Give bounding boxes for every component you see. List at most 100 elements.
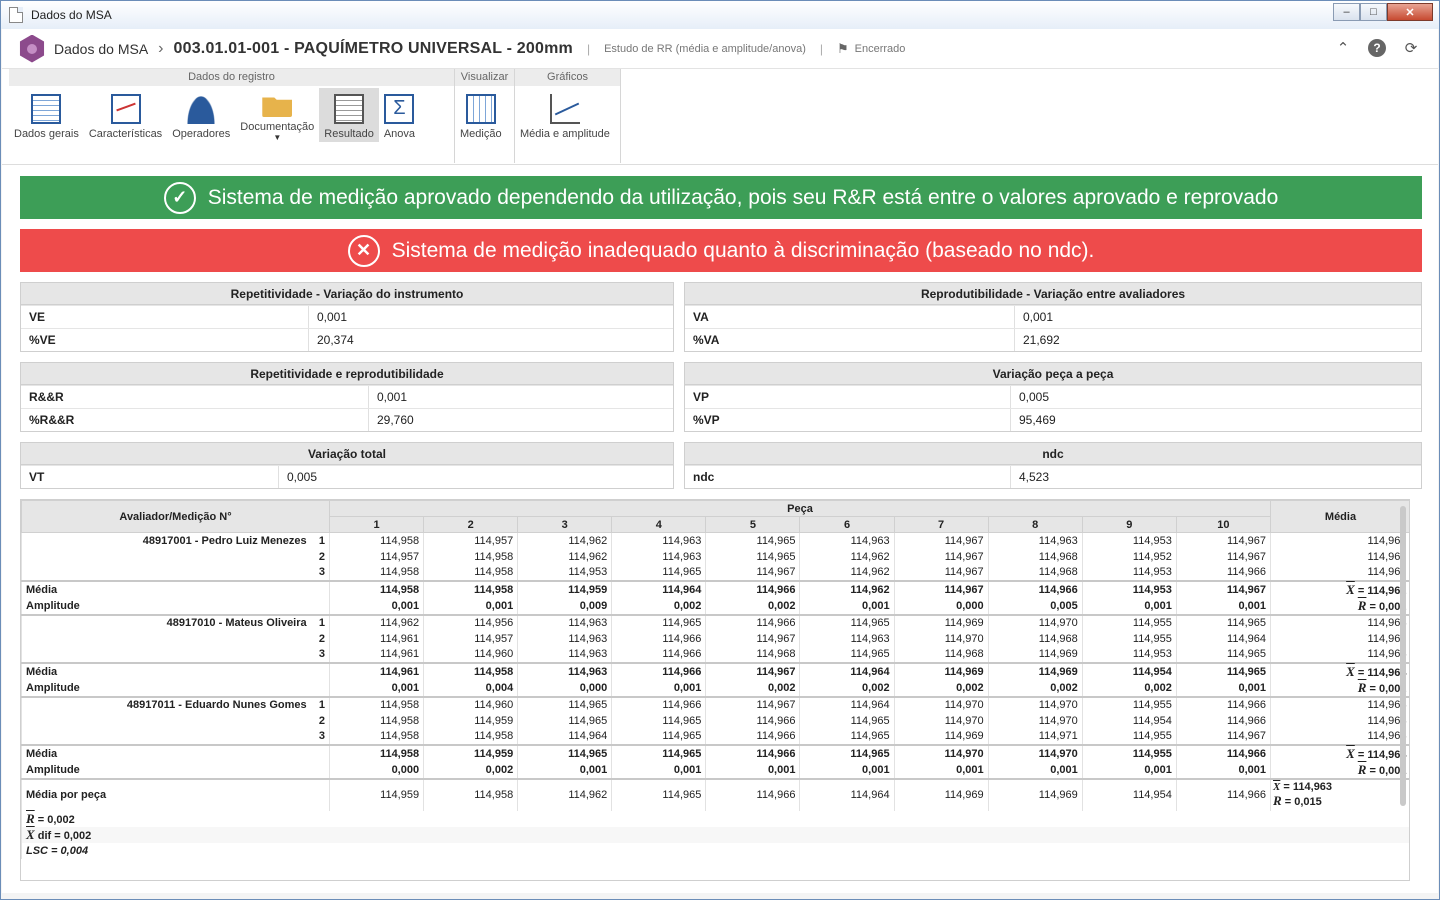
col-header-media: Média [1270,500,1409,533]
button-label: Média e amplitude [520,128,610,140]
table-row: Amplitude 0,000 0,002 0,001 0,001 0,001 0,001 0… [21,761,1409,779]
operator-cell: 3 [21,646,330,663]
measurement-number: 2 [318,550,325,563]
table-cell: 114,953 [517,564,612,581]
medicao-button[interactable]: Medição [455,88,507,142]
table-cell: 114,964 [1175,630,1271,647]
table-cell: 0,001 [893,761,989,779]
table-row: 48917001 - Pedro Luiz Menezes 1 114,958 11… [21,532,1409,549]
table-cell: 0,001 [1081,761,1177,779]
table-cell: 114,958 [328,532,424,549]
refresh-icon[interactable]: ⟳ [1402,39,1420,57]
table-cell: 114,967 [893,579,989,598]
close-button[interactable]: ✕ [1387,3,1433,21]
table-cell: 114,965 [1175,613,1271,631]
table-cell: 114,966 [1175,564,1271,581]
col-header-peca: Peça [329,500,1271,517]
table-cell: 114,953 [1081,564,1177,581]
table-cell: 0,001 [1175,679,1271,697]
table-cell: 0,002 [987,679,1083,697]
table-cell: 114,962 [517,532,612,549]
table-cell: 114,967 [705,661,800,680]
table-cell: 114,966 [1175,695,1271,713]
col-header-piece: 9 [1081,516,1177,533]
table-cell: 0,002 [799,679,895,697]
r-symbol: R [1273,793,1282,808]
table-cell: 114,958 [423,564,518,581]
media-amplitude-button[interactable]: Média e amplitude [515,88,615,142]
col-header-avaliador: Avaliador/Medição N° [21,500,330,533]
table-cell: 0,001 [423,597,518,615]
table-cell: 114,966 [611,695,706,713]
kv-key: VA [685,306,1015,328]
kv-row: R&&R 0,001 [21,385,673,408]
col-header-piece: 10 [1175,516,1272,533]
chevron-right-icon: › [158,39,164,57]
resultado-button[interactable]: Resultado [319,88,379,142]
table-cell: 114,963 [799,532,895,549]
table-cell: 114,969 [987,646,1083,663]
table-cell: 0,001 [328,679,424,697]
table-cell: 114,957 [328,548,424,565]
vertical-scrollbar[interactable] [1400,506,1406,806]
caracteristicas-button[interactable]: Características [84,88,167,142]
rbar-cell: R = 0,001 [1270,761,1409,779]
maximize-button[interactable]: □ [1360,3,1387,21]
table-row: X dif = 0,002 [21,826,1409,843]
collapse-up-icon[interactable]: ⌃ [1334,39,1352,57]
table-row: 2 114,961 114,957 114,963 114,966 114,967 114,… [21,630,1409,647]
table-cell: 114,962 [799,564,895,581]
col-header-piece: 6 [799,516,895,533]
mpp-xbar-value: = 114,963 [1283,781,1333,793]
table-cell: 114,965 [611,564,706,581]
table-cell: 114,955 [1081,728,1177,745]
table-cell: 114,958 [328,579,424,598]
xbar-cell: X = 114,962 [1270,579,1409,598]
table-cell: 114,964 [517,728,612,745]
table-cell: 114,962 [1270,548,1409,565]
kv-value: 29,760 [377,413,414,427]
kv-value: 95,469 [1019,413,1056,427]
table-cell: 114,958 [328,728,424,745]
help-icon[interactable]: ? [1368,39,1386,57]
table-cell: 114,958 [423,579,518,598]
table-cell: 114,965 [611,728,706,745]
row-label-media: Média [21,661,330,680]
ndc-panel: ndc ndc 4,523 [684,442,1422,489]
table-cell: 114,962 [328,613,424,631]
table-row: 48917010 - Mateus Oliveira 1 114,962 114,9… [21,613,1409,631]
table-cell: 0,002 [423,761,518,779]
variacao-total-panel: Variação total VT 0,005 [20,442,674,489]
operadores-button[interactable]: Operadores [167,88,235,142]
breadcrumb-app[interactable]: Dados do MSA [54,41,148,57]
minimize-button[interactable]: – [1333,3,1360,21]
table-cell: 114,960 [423,646,518,663]
mpp-r-value: = 0,015 [1284,796,1322,808]
table-cell: 0,001 [799,597,895,615]
table-cell: 114,970 [987,613,1083,631]
kv-value: 0,001 [1023,310,1054,324]
table-cell: 0,001 [611,761,706,779]
check-circle-icon: ✓ [163,181,196,214]
table-cell: 114,966 [705,728,800,745]
kv-key: %VE [21,329,309,351]
operator-cell: 48917010 - Mateus Oliveira 1 [21,613,330,631]
kv-key: %VA [685,329,1015,351]
table-cell: 114,958 [423,728,518,745]
anova-button[interactable]: Σ Anova [379,88,420,142]
chevron-down-icon: ▼ [273,133,282,142]
dados-gerais-button[interactable]: Dados gerais [9,88,84,142]
row-label-media: Média [21,579,330,598]
table-cell: 114,963 [517,646,612,663]
kv-key: %VP [685,409,1011,431]
kv-row: %VE 20,374 [21,328,673,351]
table-cell: 114,966 [611,661,706,680]
operator-name: 48917010 - Mateus Oliveira [166,617,307,629]
table-cell: 114,958 [328,712,424,729]
measurement-number: 2 [318,632,325,645]
ribbon-group-label: Dados do registro [9,69,454,86]
table-cell: 0,005 [987,597,1083,615]
measurement-number: 3 [318,730,325,742]
documentacao-button[interactable]: Documentação ▼ [235,88,319,142]
window-title: Dados do MSA [31,8,112,22]
